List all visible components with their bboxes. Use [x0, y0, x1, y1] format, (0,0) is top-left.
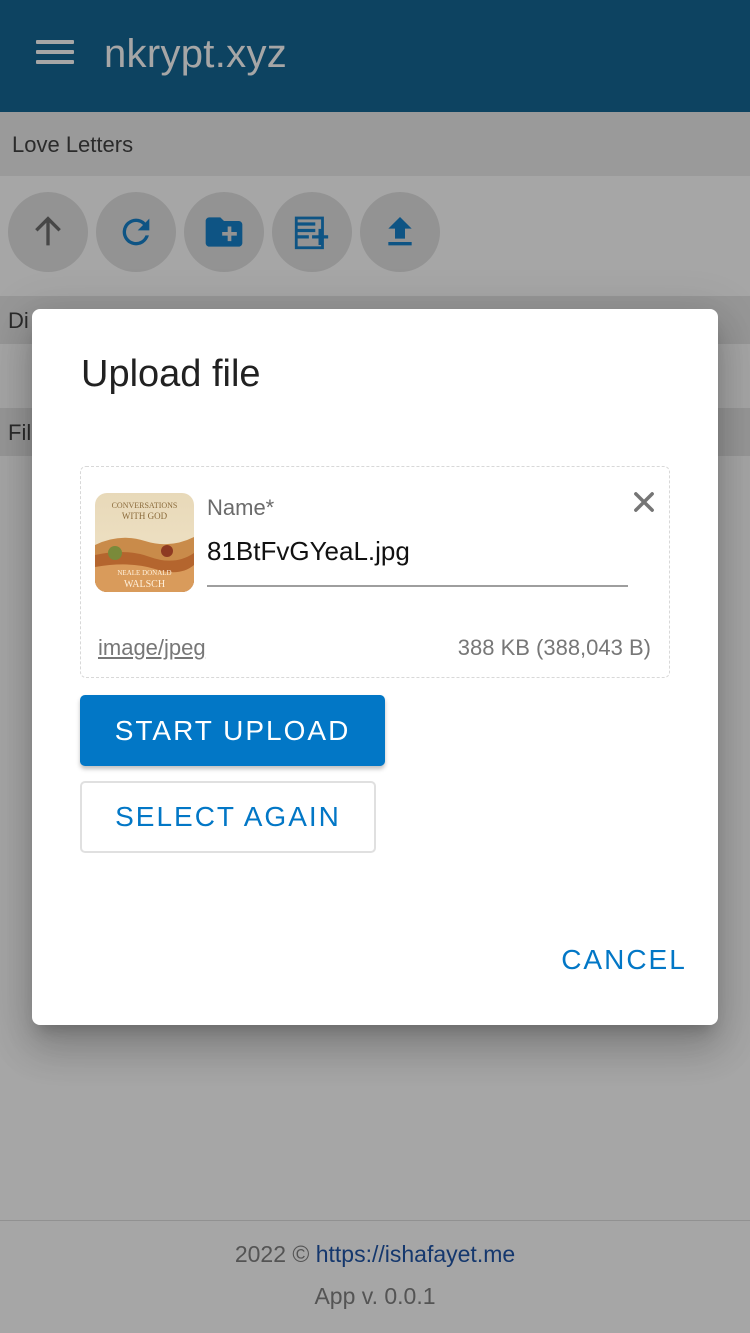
mime-type: image/jpeg	[98, 635, 206, 660]
file-card: CONVERSATIONS WITH GOD NEALE DONALD WALS…	[80, 466, 670, 678]
select-again-button[interactable]: SELECT AGAIN	[80, 781, 376, 853]
upload-dialog: Upload file CONVERSATIONS WITH GOD NEALE	[32, 309, 718, 1025]
file-size: 388 KB (388,043 B)	[457, 635, 651, 660]
close-icon	[634, 492, 654, 512]
name-label: Name*	[207, 495, 275, 520]
start-upload-button[interactable]: START UPLOAD	[80, 695, 385, 766]
thumbnail-text-2: WITH GOD	[122, 511, 168, 521]
dialog-title: Upload file	[81, 353, 261, 395]
thumbnail-text-4: WALSCH	[124, 579, 165, 590]
thumbnail-text-1: CONVERSATIONS	[112, 501, 178, 510]
file-name-input[interactable]	[207, 529, 628, 587]
file-thumbnail: CONVERSATIONS WITH GOD NEALE DONALD WALS…	[95, 493, 194, 592]
cancel-button[interactable]: CANCEL	[544, 927, 704, 993]
thumbnail-text-3: NEALE DONALD	[117, 569, 171, 577]
remove-file-button[interactable]	[627, 485, 661, 519]
